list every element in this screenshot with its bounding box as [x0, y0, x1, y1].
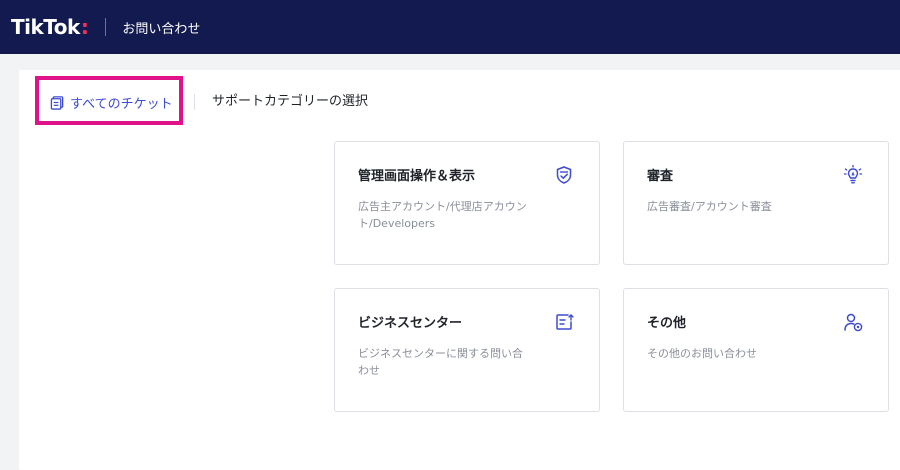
- card-description: 広告主アカウント/代理店アカウント/Developers: [358, 200, 527, 230]
- category-card-business-center[interactable]: ビジネスセンター ビジネスセンターに関する問い合わせ: [334, 288, 600, 412]
- logo-dot: :: [80, 15, 89, 39]
- category-card-dashboard[interactable]: 管理画面操作＆表示 広告主アカウント/代理店アカウント/Developers: [334, 141, 600, 265]
- category-card-review[interactable]: 審査 広告審査/アカウント審査: [623, 141, 889, 265]
- card-title: ビジネスセンター: [358, 316, 463, 331]
- shield-check-icon: [556, 166, 572, 184]
- header-divider: [105, 18, 107, 36]
- card-description: その他のお問い合わせ: [647, 347, 757, 360]
- page-title: お問い合わせ: [122, 21, 201, 37]
- tiktok-logo[interactable]: TikTok:: [11, 15, 89, 39]
- tab-all-tickets[interactable]: すべてのチケット: [50, 92, 173, 112]
- tab-divider: [194, 94, 195, 110]
- user-settings-icon: [844, 313, 863, 332]
- lightbulb-icon: [843, 164, 863, 184]
- top-bar: TikTok: お問い合わせ: [0, 0, 900, 54]
- card-title: 管理画面操作＆表示: [358, 169, 476, 184]
- logo-text: TikTok: [11, 15, 80, 39]
- card-title: その他: [647, 316, 687, 331]
- tab-select-category[interactable]: サポートカテゴリーの選択: [212, 92, 368, 112]
- tab-all-tickets-label: すべてのチケット: [70, 96, 173, 112]
- document-arrow-icon: [556, 314, 574, 330]
- card-description: ビジネスセンターに関する問い合わせ: [358, 347, 523, 377]
- card-description: 広告審査/アカウント審査: [647, 200, 772, 213]
- card-title: 審査: [647, 169, 674, 184]
- ticket-list-icon: [50, 95, 64, 110]
- category-card-other[interactable]: その他 その他のお問い合わせ: [623, 288, 889, 412]
